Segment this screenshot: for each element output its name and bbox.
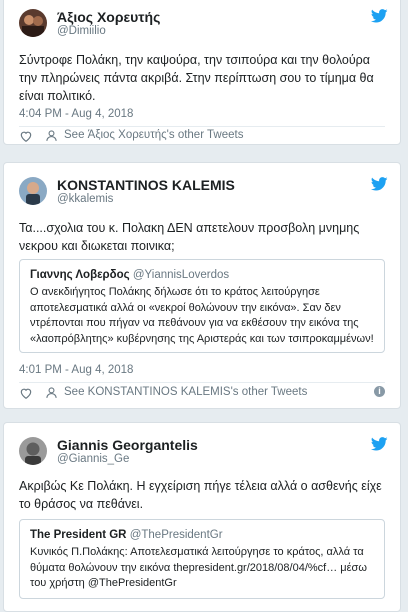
quoted-tweet-text: Κυνικός Π.Πολάκης: Αποτελεσματικά λειτού…	[30, 545, 374, 592]
author-name[interactable]: KONSTANTINOS KALEMIS	[57, 177, 235, 193]
author-handle[interactable]: @kkalemis	[57, 193, 113, 205]
avatar[interactable]	[19, 437, 47, 465]
quoted-tweet[interactable]: The President GR @ThePresidentGr Κυνικός…	[19, 519, 385, 599]
info-icon[interactable]: i	[374, 386, 385, 397]
tweet-card: Giannis Georgantelis @Giannis_Ge Ακριβώς…	[3, 422, 401, 612]
tweet-text: Τα....σχολια του κ. Πολακη ΔΕΝ απετελουν…	[19, 221, 360, 253]
person-icon[interactable]	[45, 129, 58, 142]
quoted-author-name: Γιαννης Λοβερδος	[30, 269, 130, 281]
quoted-tweet-text: Ο ανεκδιήγητος Πολάκης δήλωσε ότι το κρά…	[30, 286, 374, 345]
author-handle[interactable]: @Dimiilio	[57, 25, 106, 37]
tweet-timestamp[interactable]: 4:04 PM - Aug 4, 2018	[19, 108, 133, 120]
tweet-actions: See KONSTANTINOS KALEMIS's other Tweets …	[19, 386, 385, 402]
avatar[interactable]	[19, 177, 47, 205]
heart-icon[interactable]	[19, 129, 33, 143]
heart-icon[interactable]	[19, 386, 33, 400]
author-name[interactable]: Άξιος Χορευτής	[57, 9, 160, 25]
avatar[interactable]	[19, 9, 47, 37]
divider	[19, 126, 385, 127]
quoted-tweet[interactable]: Γιαννης Λοβερδος @YiannisLoverdos Ο ανεκ…	[19, 259, 385, 353]
tweet-text: Ακριβώς Κε Πολάκη. Η εγχείριση πήγε τέλε…	[19, 479, 382, 511]
quoted-tweet-header: The President GR @ThePresidentGr	[30, 528, 374, 543]
twitter-bird-icon[interactable]	[371, 437, 388, 451]
person-icon[interactable]	[45, 386, 58, 399]
quoted-link[interactable]: thepresident.gr/2018/08/04/%cf…	[173, 562, 337, 574]
divider	[19, 382, 385, 383]
tweet-header: KONSTANTINOS KALEMIS @kkalemis	[19, 177, 388, 207]
quoted-author-handle: @ThePresidentGr	[129, 529, 223, 541]
other-tweets-link[interactable]: See KONSTANTINOS KALEMIS's other Tweets	[64, 386, 307, 398]
tweet-actions: See Άξιος Χορευτής's other Tweets	[19, 129, 385, 145]
twitter-bird-icon[interactable]	[371, 177, 388, 191]
tweet-timestamp[interactable]: 4:01 PM - Aug 4, 2018	[19, 364, 133, 376]
author-name[interactable]: Giannis Georgantelis	[57, 437, 198, 453]
quoted-author-handle: @YiannisLoverdos	[132, 269, 230, 281]
other-tweets-link[interactable]: See Άξιος Χορευτής's other Tweets	[64, 129, 243, 141]
tweet-header: Giannis Georgantelis @Giannis_Ge	[19, 437, 388, 467]
tweet-card: Άξιος Χορευτής @Dimiilio Σύντροφε Πολάκη…	[3, 0, 401, 145]
tweet-header: Άξιος Χορευτής @Dimiilio	[19, 9, 388, 39]
twitter-bird-icon[interactable]	[371, 9, 388, 23]
author-handle[interactable]: @Giannis_Ge	[57, 453, 129, 465]
quoted-mention[interactable]: @ThePresidentGr	[88, 577, 177, 589]
quoted-tweet-header: Γιαννης Λοβερδος @YiannisLoverdos	[30, 268, 374, 283]
quoted-author-name: The President GR	[30, 529, 127, 541]
tweet-card: KONSTANTINOS KALEMIS @kkalemis Τα....σχο…	[3, 162, 401, 409]
tweet-text: Σύντροφε Πολάκη, την καψούρα, την τσιπού…	[19, 53, 374, 103]
